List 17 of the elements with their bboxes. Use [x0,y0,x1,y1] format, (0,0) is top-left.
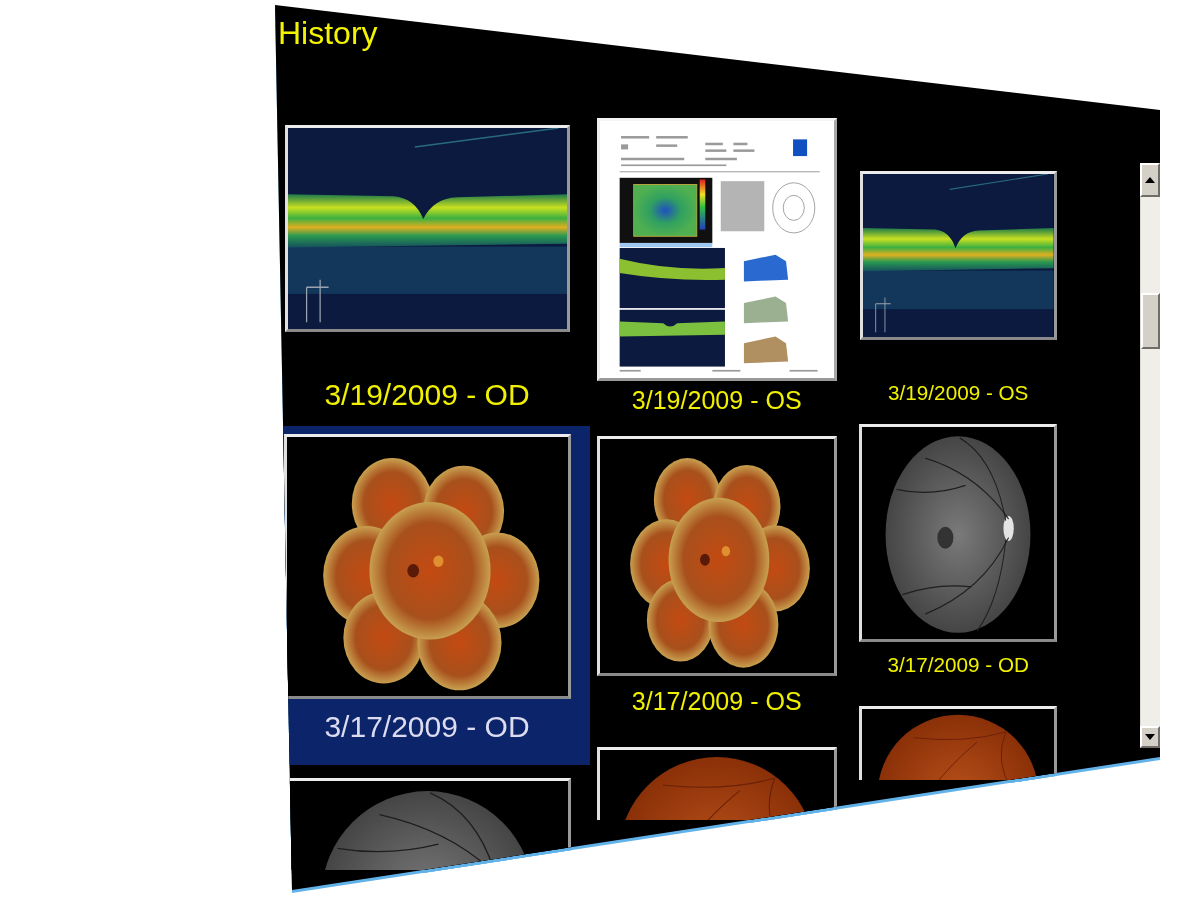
scrollbar-thumb[interactable] [1141,293,1160,349]
thumbnail-tile[interactable]: 3/19/2009 - OS [856,130,1071,414]
date-caption: 3/19/2009 - OS [888,379,1029,406]
date-caption: 3/17/2009 - OS [631,685,802,717]
scroll-down-button[interactable] [1140,726,1160,748]
down-triangle-icon [1145,734,1155,740]
date-caption: 3/17/2009 - OD [324,709,530,745]
panel-title: History [277,14,378,51]
thumbnail-tile[interactable]: 3/17/2009 - OS [594,428,853,736]
date-caption: 3/17/2009 - OD [887,651,1029,678]
date-caption: 3/19/2009 - OD [324,377,530,413]
up-triangle-icon [1145,177,1155,183]
thumbnail-tile[interactable]: 3/19/2009 - OD [280,75,590,421]
thumbnail-tile[interactable]: 3/19/2009 - OS [594,111,853,425]
thumbnail-tile[interactable]: 3/17/2009 - OD [856,417,1071,696]
scroll-up-button[interactable] [1140,163,1160,197]
date-caption: 3/19/2009 - OS [631,385,802,417]
